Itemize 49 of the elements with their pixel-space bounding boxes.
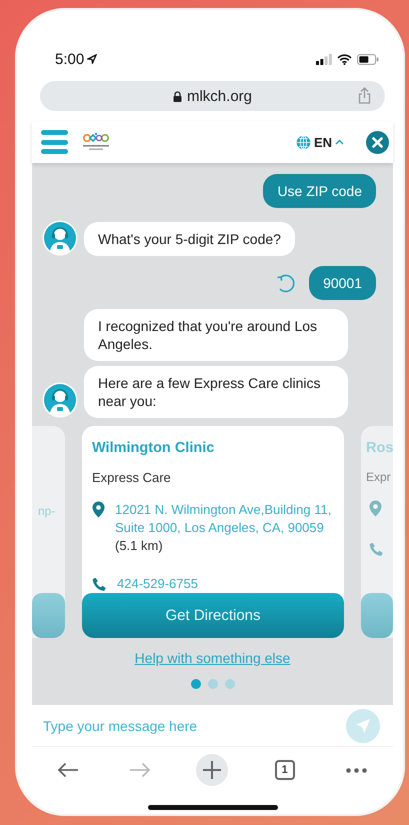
directions-button[interactable] <box>32 593 65 638</box>
carousel-dot[interactable] <box>224 679 234 689</box>
bot-message: Here are a few Express Care clinics near you: <box>84 366 348 418</box>
forward-button[interactable] <box>129 762 152 778</box>
carousel-dot[interactable] <box>190 679 200 689</box>
menu-icon[interactable] <box>41 130 68 154</box>
clinic-name: Wilmington Clinic <box>92 440 216 456</box>
close-button[interactable] <box>366 130 389 154</box>
signal-icon <box>316 54 332 64</box>
site-url: mlkch.org <box>186 88 252 104</box>
arrow-right-icon <box>129 762 152 778</box>
lock-icon <box>172 90 182 102</box>
logo-icon <box>80 132 112 152</box>
more-icon <box>346 768 368 772</box>
clinic-address: np- <box>38 504 56 518</box>
clinic-name: Ros <box>366 440 393 456</box>
caret-up-icon <box>335 139 344 145</box>
carousel-dot[interactable] <box>208 679 218 689</box>
phone-icon <box>92 576 107 592</box>
bot-message: What's your 5-digit ZIP code? <box>84 222 295 256</box>
plus-icon <box>202 760 222 780</box>
arrow-left-icon <box>57 762 80 778</box>
battery-icon <box>357 54 379 64</box>
phone-icon <box>369 542 384 557</box>
send-button[interactable] <box>346 708 380 742</box>
language-selector[interactable]: EN <box>296 134 344 150</box>
location-pin-icon <box>369 500 382 517</box>
globe-icon <box>296 134 311 150</box>
wifi-icon <box>337 54 352 64</box>
message-input[interactable]: Type your message here <box>32 710 346 740</box>
clock-time: 5:00 <box>55 50 84 68</box>
location-arrow-icon <box>87 54 98 64</box>
close-icon <box>372 136 383 148</box>
share-icon <box>358 87 371 104</box>
user-message: 90001 <box>309 266 376 300</box>
address-bar[interactable]: mlkch.org <box>40 81 385 111</box>
more-button[interactable] <box>346 768 368 772</box>
tabs-button[interactable]: 1 <box>274 760 295 780</box>
location-pin-icon <box>92 501 105 518</box>
bot-message: I recognized that you're around Los Angeles. <box>84 309 348 361</box>
new-tab-button[interactable] <box>196 754 228 786</box>
retry-icon[interactable] <box>275 272 298 294</box>
clinic-type: Express Care <box>92 470 172 485</box>
back-button[interactable] <box>57 762 80 778</box>
send-icon <box>355 718 371 734</box>
clinic-address[interactable]: 12021 N. Wilmington Ave,Building 11, Suite 1000, Los Angeles, CA, 90059 (5.1 km) <box>115 501 334 555</box>
user-message: Use ZIP code <box>263 174 376 208</box>
directions-button[interactable] <box>361 593 393 638</box>
clinic-type: Expr <box>366 470 392 484</box>
